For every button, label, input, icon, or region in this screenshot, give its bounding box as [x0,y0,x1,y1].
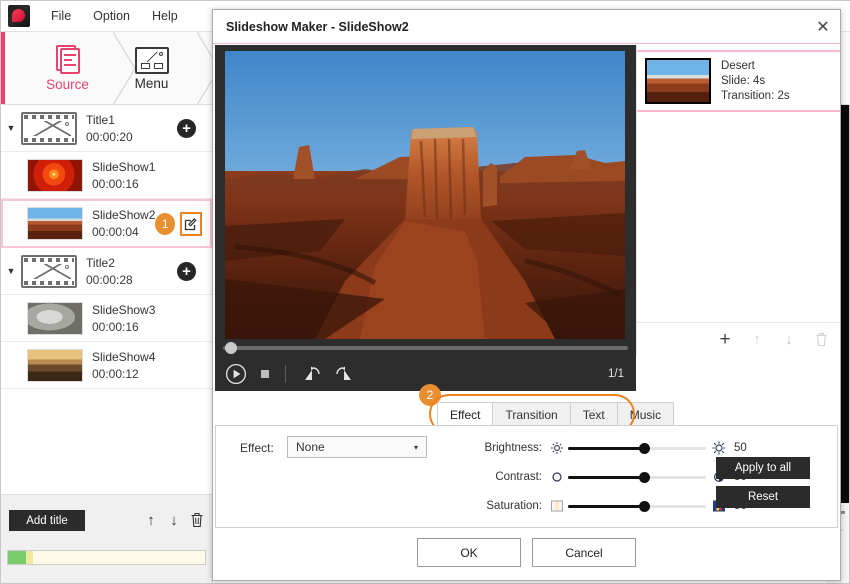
seek-bar[interactable] [223,346,628,350]
circle-outline-icon [550,470,564,484]
move-up-icon[interactable]: ↑ [748,331,766,349]
saturation-pale-icon [550,499,564,513]
slide-counter: 1/1 [608,368,624,380]
contrast-label: Contrast: [438,471,542,483]
move-down-icon[interactable]: ↓ [163,509,185,531]
list-item-name: Title2 [86,256,177,270]
main-application-window: File Option Help — ✕ Source Menu [0,0,850,584]
list-item-duration: 00:00:20 [86,130,177,144]
list-item-title2[interactable]: ▼ Title2 00:00:28 + [1,248,212,295]
cancel-button[interactable]: Cancel [532,538,636,567]
add-title-button[interactable]: Add title [9,510,85,531]
effect-panel: Effect: None ▾ Brightness: 50 [215,425,838,528]
controls-divider [285,365,286,383]
list-item-title1[interactable]: ▼ Title1 00:00:20 + [1,105,212,152]
list-item-duration: 00:00:28 [86,273,177,287]
slide-panel-thumbnail [645,58,711,104]
brightness-value: 50 [734,442,747,454]
slide-thumbnail-desert [27,207,83,240]
list-item-slideshow1[interactable]: SlideShow1 00:00:16 [1,152,212,199]
list-item-duration: 00:00:04 [92,225,155,239]
preview-image-desert [225,51,625,339]
dialog-title-bar: Slideshow Maker - SlideShow2 ✕ [213,10,840,44]
slide-thumbnail-castle [27,349,83,382]
app-logo-icon [8,5,30,27]
slideshow-maker-dialog: Slideshow Maker - SlideShow2 ✕ [212,9,841,581]
brightness-slider[interactable] [568,447,706,450]
tab-transition[interactable]: Transition [492,402,570,426]
stop-icon[interactable] [259,368,271,380]
list-item-name: SlideShow1 [92,160,212,174]
ribbon-tab-menu[interactable]: Menu [89,32,214,105]
preview-player: 1/1 [215,45,636,391]
apply-to-all-button[interactable]: Apply to all [716,457,810,479]
move-down-icon[interactable]: ↓ [780,331,798,349]
tab-music[interactable]: Music [617,402,674,426]
list-item-duration: 00:00:12 [92,367,212,381]
add-slide-icon[interactable]: + [716,331,734,349]
menu-picture-icon [135,47,169,74]
title-filmstrip-icon [21,112,77,145]
list-item-slideshow4[interactable]: SlideShow4 00:00:12 [1,342,212,389]
list-item-name: SlideShow2 [92,208,155,222]
ribbon-tab-source-label: Source [46,77,89,92]
sidebar: ▼ Title1 00:00:20 + SlideShow1 00:00:16 [1,105,213,583]
edit-icon[interactable] [180,212,202,236]
expand-caret-icon[interactable]: ▼ [1,266,21,276]
saturation-slider[interactable] [568,505,706,508]
ok-button[interactable]: OK [417,538,521,567]
list-item-slideshow3[interactable]: SlideShow3 00:00:16 [1,295,212,342]
slider-row-brightness: Brightness: 50 [216,437,837,459]
dialog-close-icon[interactable]: ✕ [810,14,836,40]
expand-caret-icon[interactable]: ▼ [1,123,21,133]
slide-panel-duration: Slide: 4s [721,74,790,89]
list-item-duration: 00:00:16 [92,320,212,334]
sun-small-icon [550,441,564,455]
list-item-slideshow2[interactable]: SlideShow2 00:00:04 1 [1,199,212,248]
reset-button[interactable]: Reset [716,486,810,508]
render-progress-bar [7,550,206,565]
step-badge-1: 1 [155,213,175,235]
slides-panel-toolbar: + ↑ ↓ [637,322,840,356]
slides-panel: Desert Slide: 4s Transition: 2s + ↑ ↓ [636,45,840,356]
settings-tabs: Effect Transition Text Music [437,402,673,426]
list-item-duration: 00:00:16 [92,177,212,191]
list-item-name: Title1 [86,113,177,127]
rotate-right-icon[interactable] [334,365,354,383]
slide-panel-transition: Transition: 2s [721,89,790,104]
play-icon[interactable] [225,363,247,385]
rotate-left-icon[interactable] [302,365,322,383]
move-up-icon[interactable]: ↑ [140,509,162,531]
slide-thumbnail-flower [27,159,83,192]
source-documents-icon [53,45,83,75]
sidebar-footer: Add title ↑ ↓ [1,494,212,583]
list-item-name: SlideShow3 [92,303,212,317]
add-slide-button[interactable]: + [177,119,196,138]
sun-large-icon [712,441,726,455]
contrast-slider[interactable] [568,476,706,479]
tab-text[interactable]: Text [570,402,618,426]
ribbon-tab-menu-label: Menu [135,76,169,91]
add-slide-button[interactable]: + [177,262,196,281]
slideshow-list[interactable]: ▼ Title1 00:00:20 + SlideShow1 00:00:16 [1,105,212,390]
seek-knob[interactable] [225,342,237,354]
delete-icon[interactable] [812,331,830,349]
delete-icon[interactable] [186,509,208,531]
slide-panel-name: Desert [721,59,790,74]
brightness-label: Brightness: [438,442,542,454]
dialog-title: Slideshow Maker - SlideShow2 [226,20,409,34]
menu-item-file[interactable]: File [40,5,82,27]
menu-item-option[interactable]: Option [82,5,141,27]
slide-panel-item-desert[interactable]: Desert Slide: 4s Transition: 2s [637,50,840,112]
tab-effect[interactable]: Effect [437,402,493,426]
menu-item-help[interactable]: Help [141,5,189,27]
list-item-name: SlideShow4 [92,350,212,364]
saturation-label: Saturation: [438,500,542,512]
slide-thumbnail-koala [27,302,83,335]
title-filmstrip-icon [21,255,77,288]
